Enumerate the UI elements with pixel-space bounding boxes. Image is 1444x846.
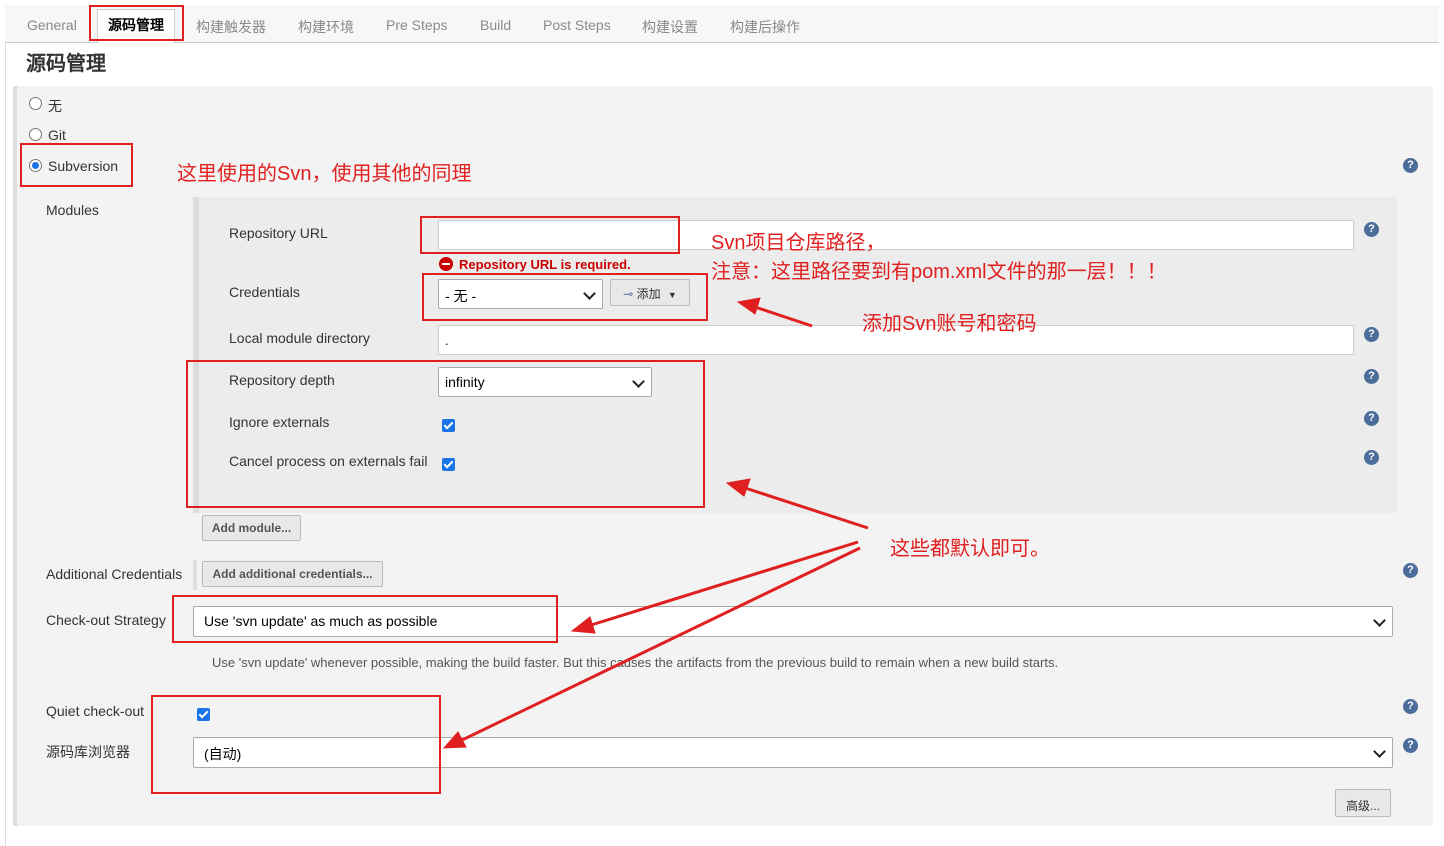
arrow-head bbox=[736, 297, 761, 315]
arrow-head bbox=[442, 731, 467, 749]
arrow-credentials bbox=[751, 304, 813, 328]
arrow-defaults bbox=[741, 485, 869, 530]
annotation-arrows bbox=[442, 297, 869, 749]
arrow-head bbox=[725, 478, 751, 497]
arrow-head bbox=[570, 616, 596, 634]
arrow-quiet bbox=[457, 546, 861, 744]
